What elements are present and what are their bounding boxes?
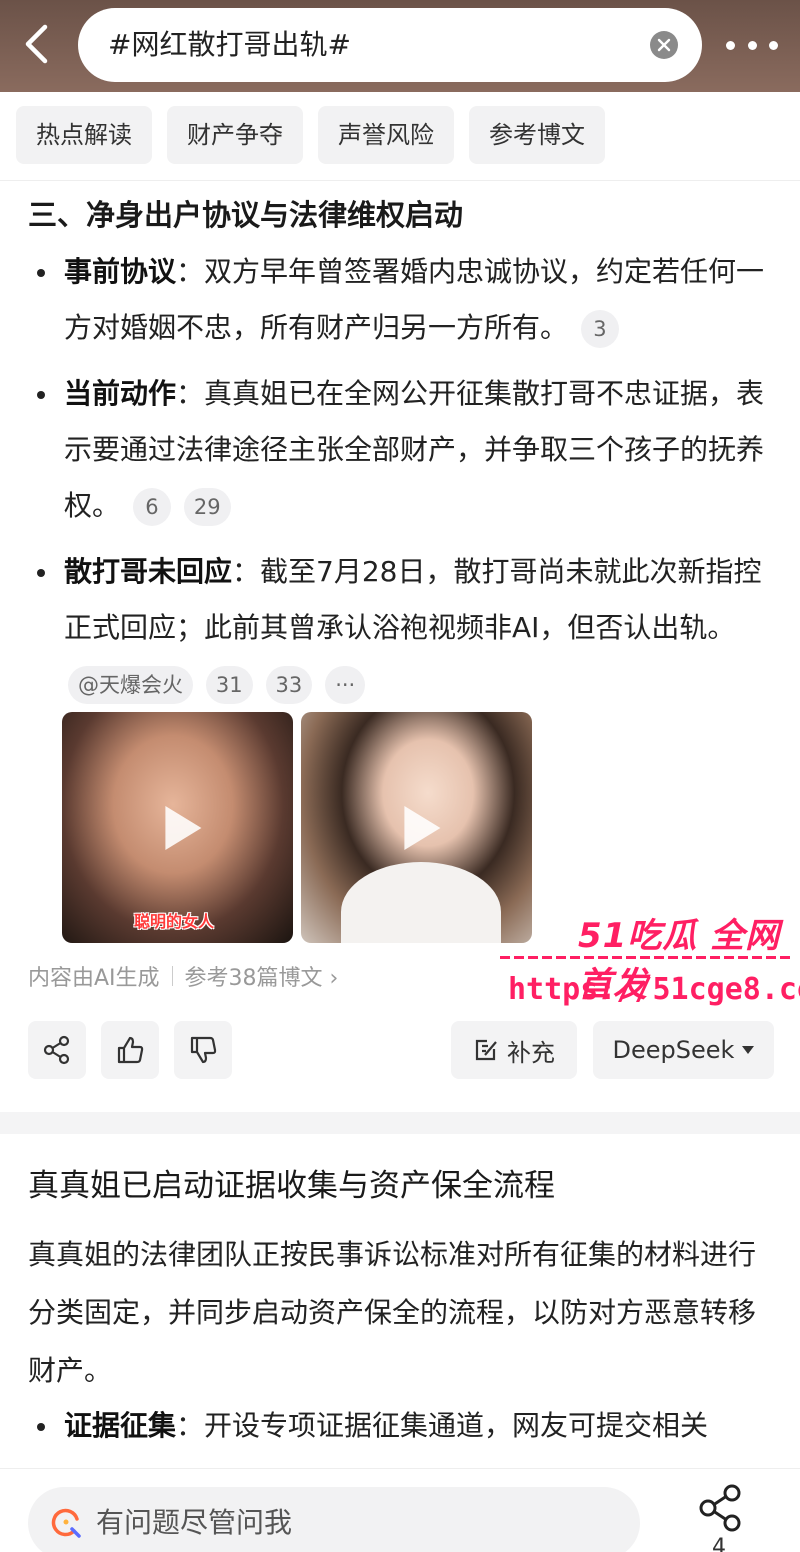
play-icon [403,805,440,850]
list-item: 事前协议：双方早年曾签署婚内忠诚协议，约定若任何一方对婚姻不忠，所有财产归另一方… [28,244,788,356]
ask-placeholder: 有问题尽管问我 [96,1506,293,1539]
citation-source-badge[interactable]: @天爆会火 [68,666,193,704]
citation-badge[interactable]: 6 [132,488,171,526]
watermark-url: https://51cge8.com [508,972,800,1007]
thumbs-down-icon [190,1036,217,1064]
divider [171,966,173,986]
close-icon [657,38,671,52]
card-paragraph: 真真姐的法律团队正按民事诉讼标准对所有征集的材料进行分类固定，并同步启动资产保全… [28,1238,757,1387]
bullet-title: 散打哥未回应 [64,555,233,588]
bottom-bar: 有问题尽管问我 4 [0,1468,800,1552]
list-item: 当前动作：真真姐已在全网公开征集散打哥不忠证据，表示要通过法律途径主张全部财产，… [28,366,788,534]
like-button[interactable] [101,1021,159,1079]
reference-posts-link[interactable]: 参考38篇博文 › [185,960,339,992]
supplement-button[interactable]: 补充 [451,1021,577,1079]
video-thumbnails: 聪明的女人 [62,712,532,943]
tab-reputation-risk[interactable]: 声誉风险 [318,106,454,164]
model-label: DeepSeek [612,1036,735,1064]
bullet-list: 事前协议：双方早年曾签署婚内忠诚协议，约定若任何一方对婚姻不忠，所有财产归另一方… [28,244,788,722]
citation-badge[interactable]: 3 [580,310,619,348]
list-item: 证据征集：开设专项证据征集通道，网友可提交相关 [28,1398,788,1454]
tab-hot-interpretation[interactable]: 热点解读 [16,106,152,164]
video-thumbnail[interactable] [301,712,532,943]
more-citations-button[interactable]: ··· [325,666,366,704]
reference-posts-label: 参考38篇博文 [184,966,323,991]
source-info: 内容由AI生成 参考38篇博文 › [28,960,338,992]
citation-badge[interactable]: 31 [205,666,253,704]
citation-badge[interactable]: 29 [183,488,231,526]
more-dot-icon [769,40,778,50]
tab-reference-posts[interactable]: 参考博文 [469,106,605,164]
model-selector[interactable]: DeepSeek [593,1021,774,1079]
bullet-separator: ： [176,255,205,288]
chevron-right-icon: › [329,966,339,991]
search-query-text: #网红散打哥出轨# [108,28,351,61]
bullet-list: 证据征集：开设专项证据征集通道，网友可提交相关 [28,1398,788,1464]
section-divider [0,1112,800,1134]
play-icon [164,805,201,850]
dislike-button[interactable] [174,1021,232,1079]
ask-input[interactable]: 有问题尽管问我 [28,1487,640,1552]
tab-property-dispute[interactable]: 财产争夺 [167,106,303,164]
action-bar: 补充 DeepSeek [28,1021,774,1079]
video-thumbnail[interactable]: 聪明的女人 [62,712,293,943]
search-input[interactable]: #网红散打哥出轨# [78,8,702,82]
card-title: 真真姐已启动证据收集与资产保全流程 [28,1168,555,1204]
bullet-separator: ： [232,555,261,588]
share-icon[interactable] [696,1483,746,1533]
video-caption: 聪明的女人 [134,912,215,931]
supplement-label: 补充 [507,1038,555,1067]
more-options-button[interactable] [726,30,778,60]
chevron-left-icon [25,24,48,64]
bullet-separator: ： [176,1409,205,1442]
bullet-text: 开设专项证据征集通道，网友可提交相关 [204,1409,709,1442]
watermark-line [500,956,790,959]
list-item: 散打哥未回应：截至7月28日，散打哥尚未就此次新指控正式回应；此前其曾承认浴袍视… [28,544,788,712]
more-dot-icon [726,40,735,50]
share-button[interactable] [28,1021,86,1079]
thumbnail-detail [341,862,501,943]
share-count: 4 [712,1535,726,1552]
ai-search-icon [51,1508,81,1538]
more-dot-icon [747,40,757,50]
share-icon [43,1035,70,1065]
topic-tabs: 热点解读 财产争夺 声誉风险 参考博文 [16,106,605,164]
top-bar: #网红散打哥出轨# [0,0,800,92]
bullet-title: 证据征集 [64,1409,177,1442]
bullet-title: 当前动作 [64,377,177,410]
back-button[interactable] [14,22,58,66]
edit-icon [475,1039,497,1061]
section-heading: 三、净身出户协议与法律维权启动 [28,198,464,232]
caret-down-icon [742,1046,755,1054]
ai-generated-note: 内容由AI生成 [28,966,160,991]
bullet-separator: ： [176,377,205,410]
clear-search-button[interactable] [650,31,678,59]
divider [0,180,800,181]
bullet-title: 事前协议 [64,255,177,288]
citation-badge[interactable]: 33 [265,666,313,704]
thumbs-up-icon [117,1036,144,1064]
